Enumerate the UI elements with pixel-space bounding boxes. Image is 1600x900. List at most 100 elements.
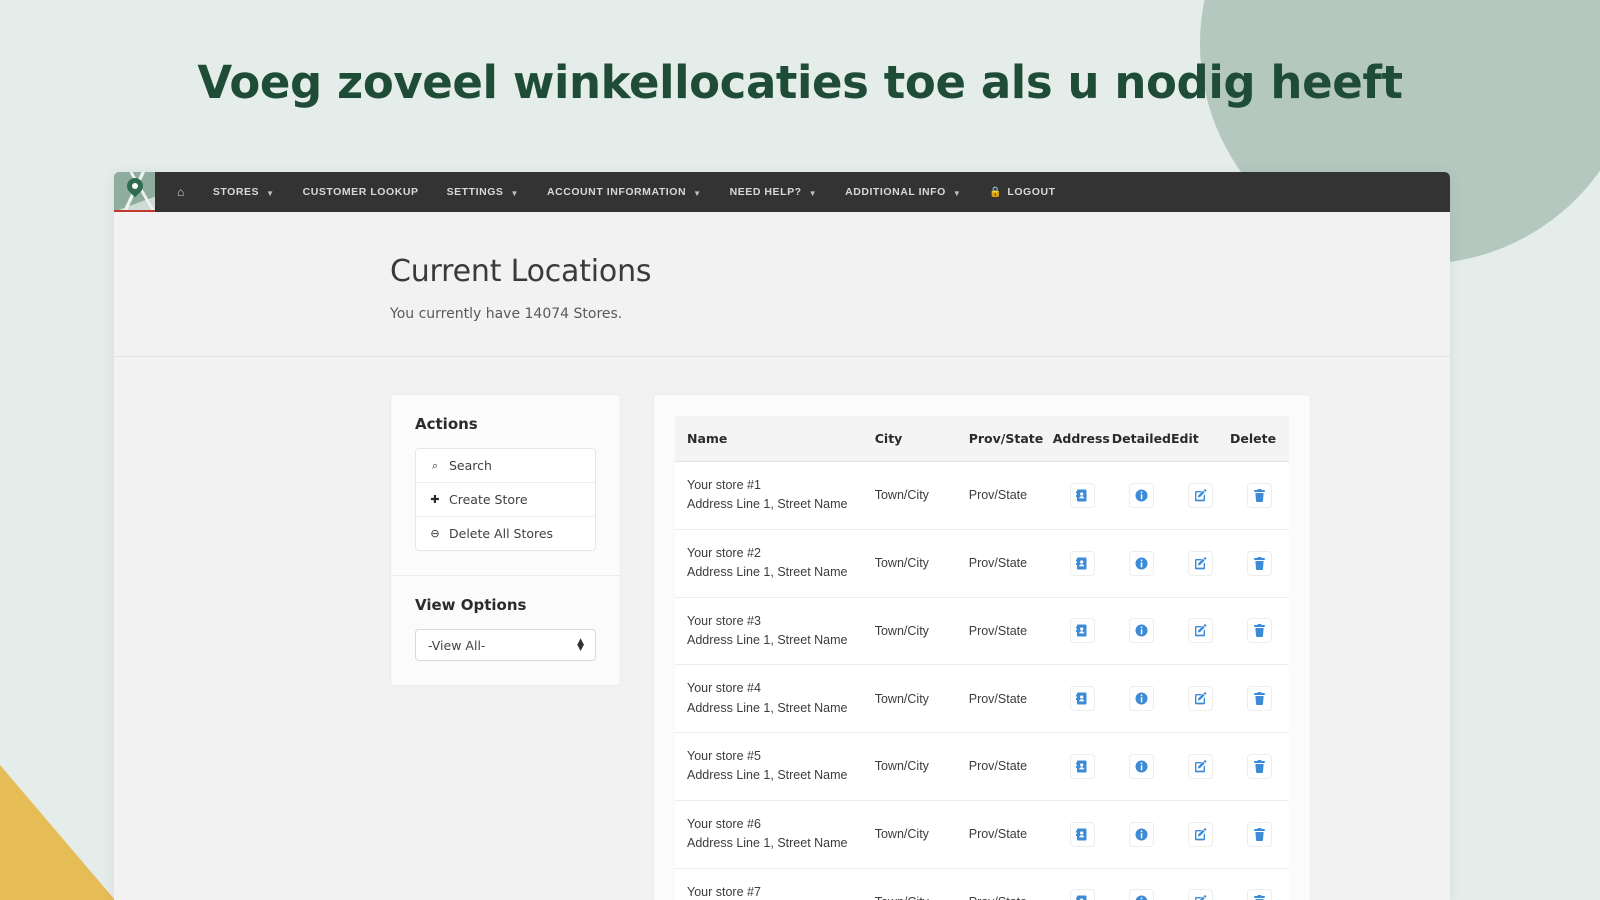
detailed-button[interactable] <box>1128 753 1154 779</box>
delete-button[interactable] <box>1247 550 1272 576</box>
delete-button[interactable] <box>1247 618 1272 644</box>
cell-edit <box>1171 664 1230 733</box>
cell-state: Prov/State <box>968 732 1053 801</box>
view-options-select[interactable]: -View All- ▲ ▼ <box>415 629 596 661</box>
cell-delete <box>1230 664 1289 733</box>
content-area: Actions ⌕ Search ✚ Create Store ⊖ Delete All … <box>114 357 1450 900</box>
edit-button[interactable] <box>1188 550 1213 576</box>
column-header-address: Address <box>1052 416 1112 462</box>
cell-edit <box>1171 868 1230 900</box>
edit-button[interactable] <box>1188 753 1213 779</box>
view-options-panel: View Options -View All- ▲ ▼ <box>391 575 620 685</box>
detailed-button[interactable] <box>1128 550 1154 576</box>
detailed-button[interactable] <box>1128 821 1154 847</box>
cell-city: Town/City <box>874 461 969 530</box>
action-search[interactable]: ⌕ Search <box>416 449 595 482</box>
address-button[interactable] <box>1069 482 1095 508</box>
plus-icon: ✚ <box>430 493 440 506</box>
edit-button[interactable] <box>1188 482 1213 508</box>
cell-detailed <box>1111 800 1171 869</box>
delete-button[interactable] <box>1247 821 1272 847</box>
info-circle-icon <box>1135 489 1148 502</box>
cell-edit <box>1171 732 1230 801</box>
edit-button[interactable] <box>1188 821 1213 847</box>
edit-button[interactable] <box>1188 889 1213 900</box>
nav-item-settings[interactable]: SETTINGS ▼ <box>433 172 533 212</box>
navbar: ⌂ STORES ▼ CUSTOMER LOOKUP SETTINGS ▼ ACCOUNT … <box>114 172 1450 212</box>
cell-detailed <box>1111 529 1171 598</box>
edit-button[interactable] <box>1188 618 1213 644</box>
action-delete-all-stores[interactable]: ⊖ Delete All Stores <box>416 516 595 550</box>
page-subtitle: You currently have 14074 Stores. <box>390 306 623 322</box>
cell-detailed <box>1111 664 1171 733</box>
delete-button[interactable] <box>1247 889 1272 900</box>
cell-address <box>1052 597 1112 666</box>
address-button[interactable] <box>1069 686 1095 712</box>
pencil-square-icon <box>1194 895 1207 900</box>
nav-item-label: ACCOUNT INFORMATION <box>546 186 687 198</box>
delete-button[interactable] <box>1247 686 1272 712</box>
pencil-square-icon <box>1194 760 1207 773</box>
store-address: Address Line 1, Street Name <box>687 497 848 512</box>
decorative-triangle <box>0 765 115 900</box>
cell-state: Prov/State <box>968 529 1053 598</box>
info-circle-icon <box>1135 828 1148 841</box>
cell-name: Your store #6 Address Line 1, Street Name <box>675 800 875 869</box>
nav-item-logout[interactable]: 🔒 LOGOUT <box>975 172 1069 212</box>
action-create-store[interactable]: ✚ Create Store <box>416 482 595 516</box>
chevron-down-icon: ▼ <box>266 188 275 198</box>
detailed-button[interactable] <box>1128 686 1154 712</box>
select-updown-icon: ▲ ▼ <box>577 637 584 653</box>
nav-item-customer-lookup[interactable]: CUSTOMER LOOKUP <box>289 172 433 212</box>
address-book-icon <box>1076 760 1088 773</box>
column-header-edit: Edit <box>1171 416 1230 462</box>
edit-button[interactable] <box>1188 686 1213 712</box>
trash-icon <box>1254 692 1265 706</box>
pencil-square-icon <box>1194 556 1207 570</box>
stores-table-body: Your store #1 Address Line 1, Street Name… <box>675 461 1289 900</box>
action-label: Create Store <box>449 492 528 507</box>
cell-address <box>1052 732 1112 801</box>
cell-city: Town/City <box>874 597 969 666</box>
pencil-square-icon <box>1194 827 1207 841</box>
detailed-button[interactable] <box>1128 618 1154 644</box>
address-book-icon <box>1076 692 1088 705</box>
detailed-button[interactable] <box>1128 889 1154 900</box>
address-button[interactable] <box>1069 753 1095 779</box>
nav-item-stores[interactable]: STORES ▼ <box>199 172 289 212</box>
nav-item-home[interactable]: ⌂ <box>163 172 199 212</box>
address-button[interactable] <box>1069 889 1095 900</box>
address-button[interactable] <box>1069 550 1095 576</box>
nav-item-label: STORES <box>212 186 260 198</box>
address-button[interactable] <box>1069 618 1095 644</box>
store-name: Your store #1 <box>687 478 761 492</box>
address-book-icon <box>1076 828 1088 841</box>
nav-item-need-help[interactable]: NEED HELP? ▼ <box>716 172 831 212</box>
cell-address <box>1052 529 1112 598</box>
pencil-square-icon <box>1194 624 1207 637</box>
store-address: Address Line 1, Street Name <box>687 768 848 783</box>
stores-table-card: Name City Prov/State Address Detailed Edit Del… <box>653 394 1311 900</box>
home-icon: ⌂ <box>177 185 185 199</box>
nav-item-account-information[interactable]: ACCOUNT INFORMATION ▼ <box>533 172 716 212</box>
address-button[interactable] <box>1069 821 1095 847</box>
cell-detailed <box>1111 597 1171 666</box>
table-row: Your store #6 Address Line 1, Street Name… <box>675 800 1289 869</box>
table-header-row: Name City Prov/State Address Detailed Edit Del… <box>675 416 1289 462</box>
address-book-icon <box>1076 489 1088 502</box>
store-name: Your store #3 <box>687 613 761 628</box>
chevron-down-icon: ▼ <box>510 188 519 198</box>
delete-button[interactable] <box>1247 482 1272 508</box>
cell-city: Town/City <box>874 529 969 598</box>
column-header-detailed: Detailed <box>1111 416 1171 462</box>
delete-button[interactable] <box>1247 753 1272 779</box>
chevron-down-icon: ▼ <box>952 188 962 198</box>
action-label: Delete All Stores <box>449 526 554 541</box>
cell-name: Your store #4 Address Line 1, Street Name <box>675 664 875 733</box>
lock-icon: 🔒 <box>989 186 1003 198</box>
view-options-title: View Options <box>415 596 527 614</box>
store-name: Your store #5 <box>687 749 761 763</box>
detailed-button[interactable] <box>1128 482 1154 508</box>
nav-item-additional-info[interactable]: ADDITIONAL INFO ▼ <box>831 172 975 212</box>
map-pin-logo-icon[interactable] <box>114 172 155 212</box>
